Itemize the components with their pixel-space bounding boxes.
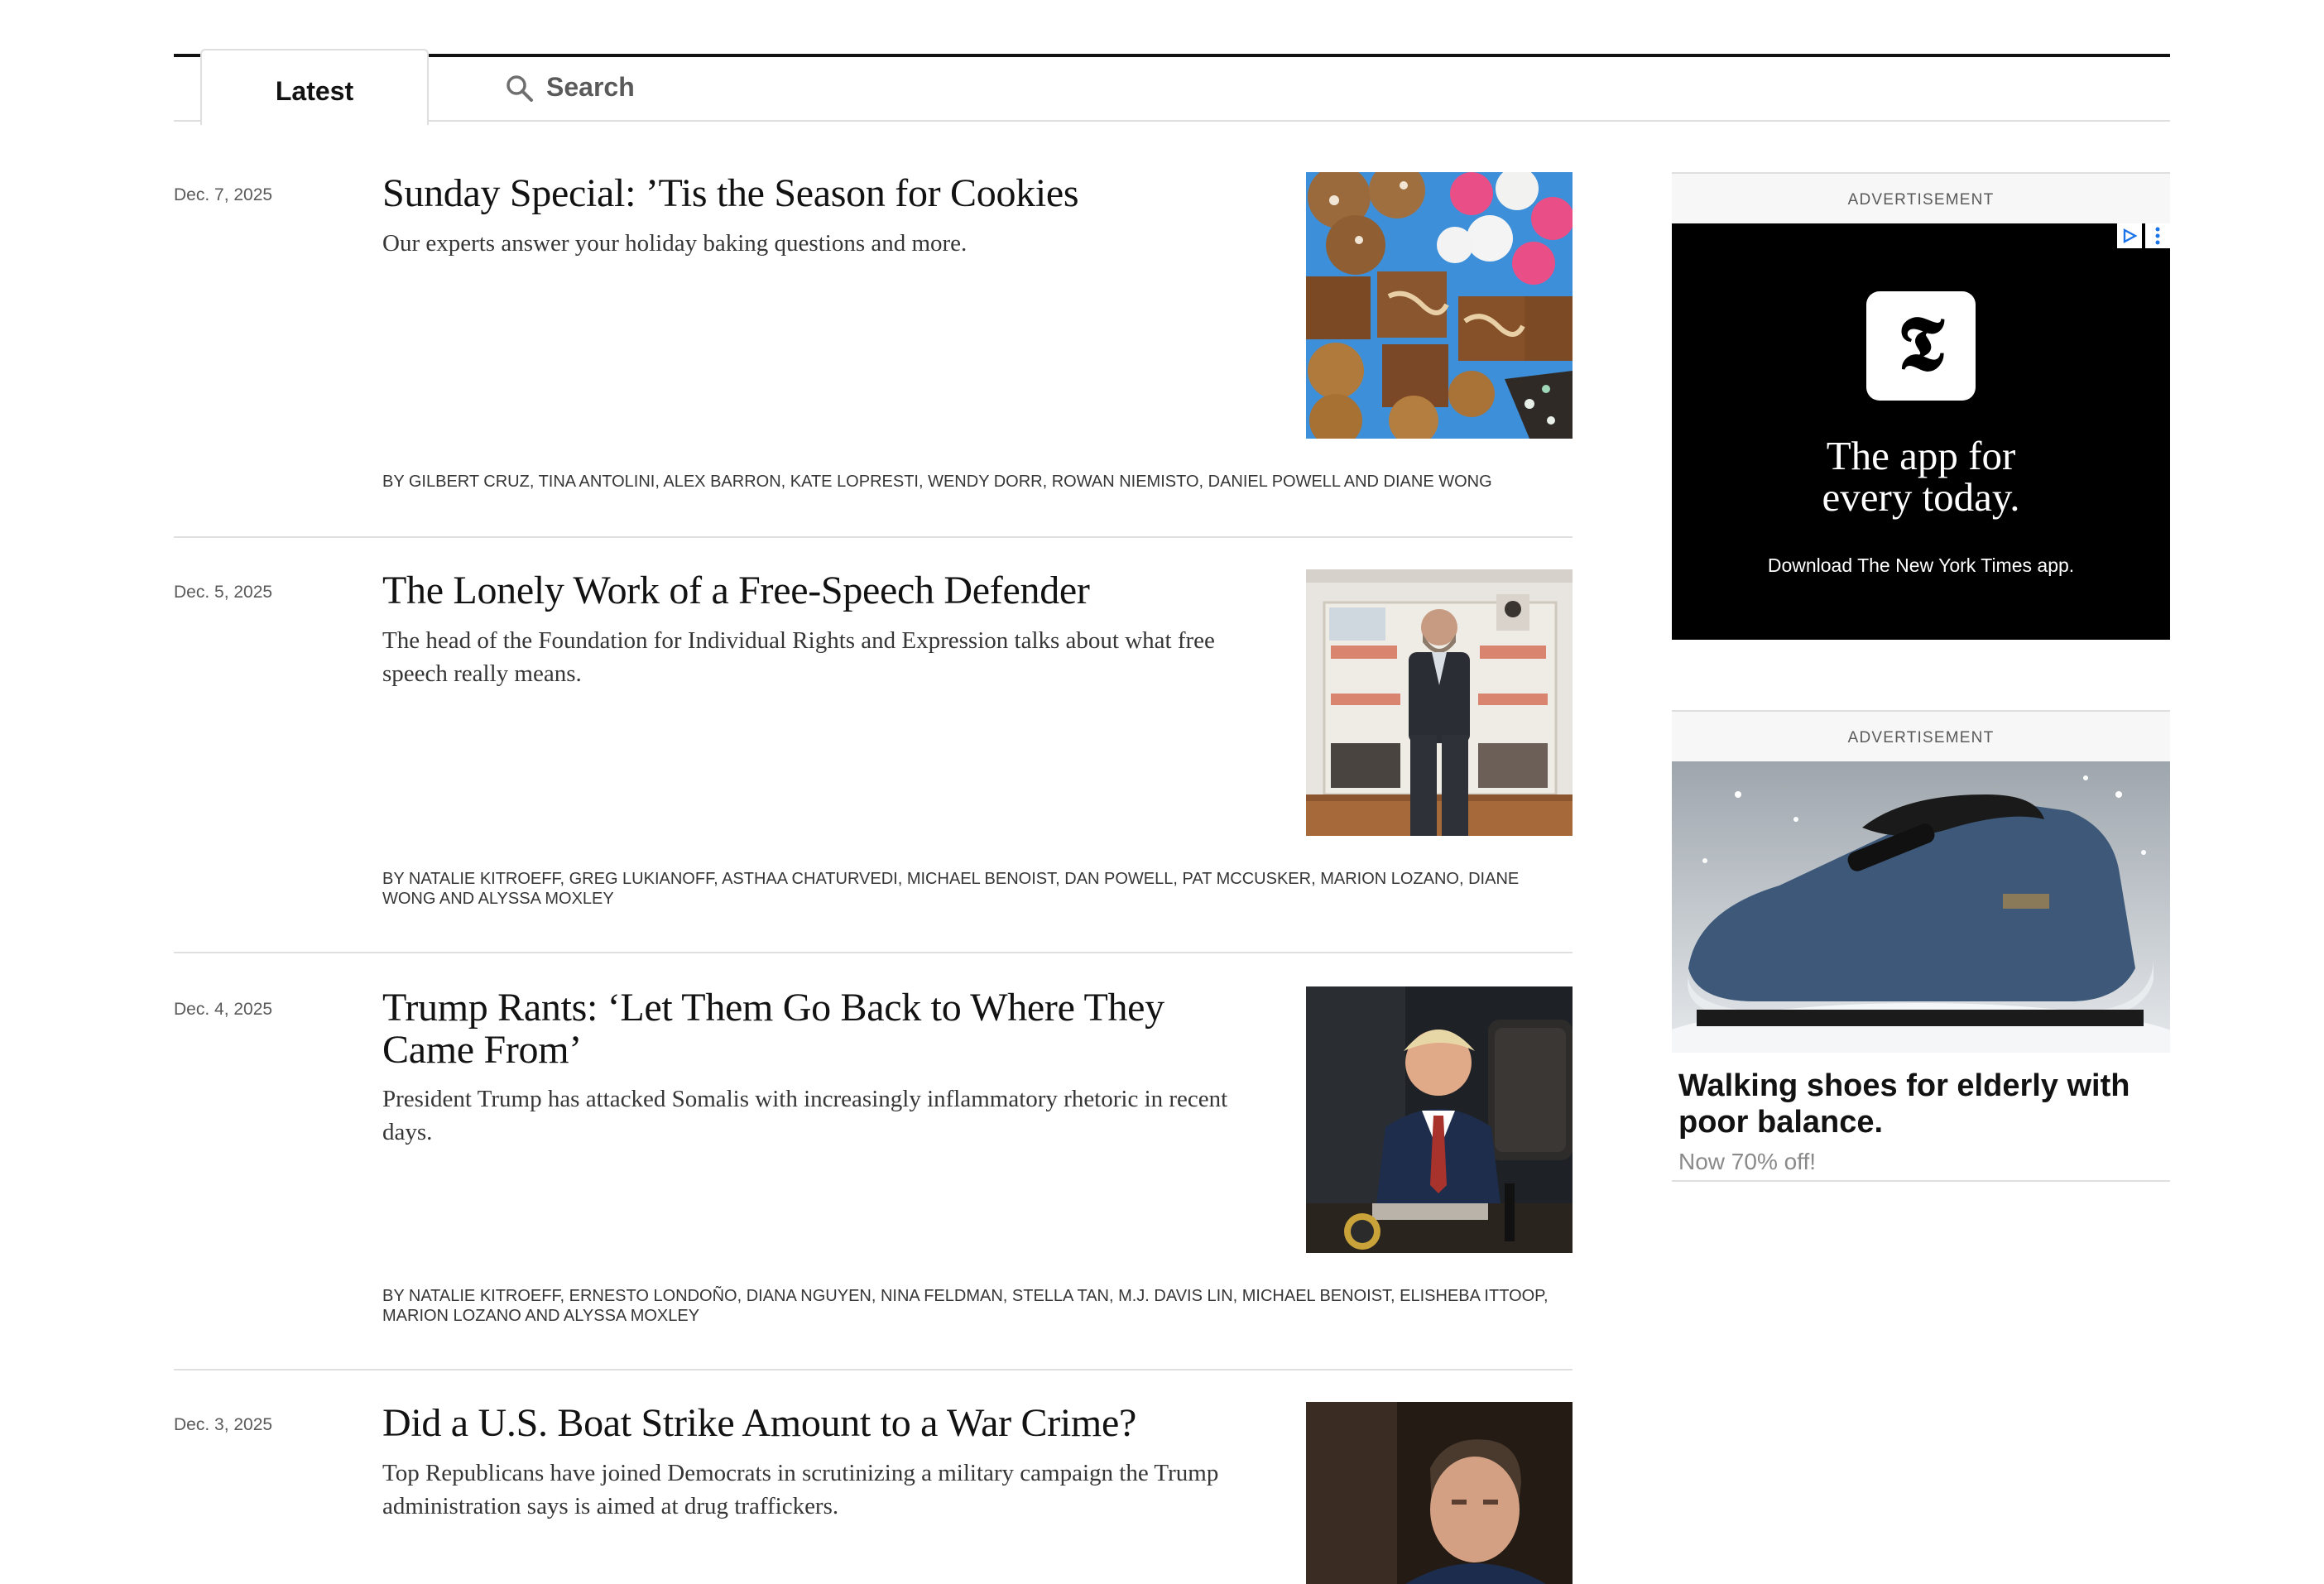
article-summary: The head of the Foundation for Individua… bbox=[382, 627, 1215, 687]
ad-label: ADVERTISEMENT bbox=[1672, 710, 2170, 761]
more-options-icon[interactable] bbox=[2145, 223, 2170, 248]
ad-choices-icon[interactable] bbox=[2117, 223, 2142, 248]
cookies-image bbox=[1306, 172, 1573, 439]
article-byline: By GILBERT CRUZ, TINA ANTOLINI, ALEX BAR… bbox=[382, 473, 1492, 491]
ad-label: ADVERTISEMENT bbox=[1672, 172, 2170, 223]
boat-strike-thumbnail[interactable] bbox=[1306, 1402, 1573, 1584]
stream-tab-bar: Latest Search bbox=[174, 49, 2170, 125]
article-summary: President Trump has attacked Somalis wit… bbox=[382, 1086, 1228, 1145]
free-speech-thumbnail[interactable] bbox=[1306, 569, 1573, 836]
article-headline[interactable]: Sunday Special: ’Tis the Season for Cook… bbox=[382, 172, 1243, 214]
article-item[interactable]: Dec. 7, 2025 Sunday Special: ’Tis the Se… bbox=[174, 172, 1573, 520]
blue-shoe-image bbox=[1672, 761, 2170, 1053]
article-summary: Our experts answer your holiday baking q… bbox=[382, 230, 968, 257]
ad-tagline: The app for every today. bbox=[1822, 433, 2020, 520]
tab-search-label: Search bbox=[546, 71, 635, 102]
man-in-library-image bbox=[1306, 569, 1573, 836]
page: Latest Search Dec. 7, 2025 Sunday Specia… bbox=[0, 0, 2324, 1584]
nyt-app-ad-banner[interactable]: 𝕿 The app for every today. Download The … bbox=[1672, 223, 2170, 640]
ad-choices[interactable] bbox=[2114, 223, 2170, 248]
article-item[interactable]: Dec. 4, 2025 Trump Rants: ‘Let Them Go B… bbox=[174, 986, 1573, 1334]
shoe-ad-image[interactable] bbox=[1672, 761, 2170, 1053]
article-item[interactable]: Dec. 3, 2025 Did a U.S. Boat Strike Amou… bbox=[174, 1402, 1573, 1584]
article-divider bbox=[174, 536, 1573, 538]
nyt-logo-glyph: 𝕿 bbox=[1897, 299, 1945, 388]
article-byline: By NATALIE KITROEFF, GREG LUKIANOFF, AST… bbox=[382, 870, 1520, 908]
article-divider bbox=[174, 1369, 1573, 1370]
ad-nyt-app: ADVERTISEMENT 𝕿 The app for every today.… bbox=[1672, 172, 2170, 640]
ad-subtitle: Now 70% off! bbox=[1678, 1149, 1817, 1174]
article-byline: By NATALIE KITROEFF, ERNESTO LONDOÑO, DI… bbox=[382, 1287, 1549, 1325]
trump-seated-image bbox=[1306, 986, 1573, 1253]
man-portrait-image bbox=[1306, 1402, 1573, 1584]
nyt-logo-icon: 𝕿 bbox=[1866, 291, 1976, 401]
ad-divider bbox=[1672, 1180, 2170, 1182]
tab-latest[interactable]: Latest bbox=[200, 49, 429, 125]
article-divider bbox=[174, 952, 1573, 953]
trump-thumbnail[interactable] bbox=[1306, 986, 1573, 1253]
cookies-thumbnail[interactable] bbox=[1306, 172, 1573, 439]
tab-bar-baseline bbox=[174, 120, 2170, 122]
search-icon bbox=[507, 75, 533, 102]
article-date: Dec. 5, 2025 bbox=[174, 583, 273, 602]
article-item[interactable]: Dec. 5, 2025 The Lonely Work of a Free-S… bbox=[174, 569, 1573, 917]
article-headline[interactable]: Trump Rants: ‘Let Them Go Back to Where … bbox=[382, 986, 1243, 1071]
article-date: Dec. 3, 2025 bbox=[174, 1415, 273, 1434]
ad-title[interactable]: Walking shoes for elderly with poor bala… bbox=[1678, 1068, 2142, 1140]
article-date: Dec. 7, 2025 bbox=[174, 185, 273, 204]
tab-search[interactable]: Search bbox=[505, 62, 635, 112]
article-date: Dec. 4, 2025 bbox=[174, 1000, 273, 1019]
ad-shoes[interactable]: ADVERTISEMENT Walking shoes for elderly … bbox=[1672, 710, 2170, 1182]
article-summary: Top Republicans have joined Democrats in… bbox=[382, 1460, 1219, 1519]
article-headline[interactable]: The Lonely Work of a Free-Speech Defende… bbox=[382, 569, 1243, 612]
article-headline[interactable]: Did a U.S. Boat Strike Amount to a War C… bbox=[382, 1402, 1243, 1444]
ad-cta[interactable]: Download The New York Times app. bbox=[1672, 554, 2170, 577]
